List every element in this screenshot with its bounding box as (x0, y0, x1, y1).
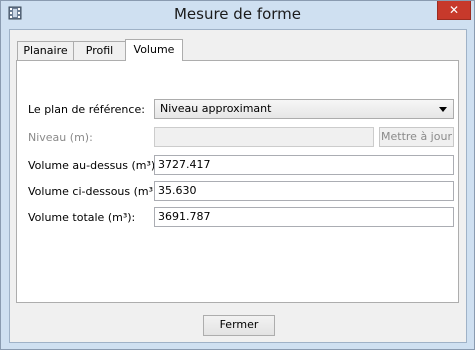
dialog-window: Mesure de forme ✕ Planaire Profil Volume… (0, 0, 475, 350)
reference-plane-label: Le plan de référence: (28, 103, 145, 116)
volume-above-value: 3727.417 (158, 158, 211, 171)
volume-total-value: 3691.787 (158, 210, 211, 223)
tab-label: Profil (85, 44, 114, 57)
level-input[interactable] (154, 127, 374, 147)
client-area: Planaire Profil Volume Le plan de référe… (9, 29, 467, 343)
update-button[interactable]: Mettre à jour (379, 127, 454, 147)
volume-below-field[interactable]: 35.630 (154, 181, 454, 201)
window-title: Mesure de forme (173, 5, 302, 23)
tab-profil[interactable]: Profil (73, 41, 126, 60)
close-window-button[interactable]: ✕ (437, 1, 471, 20)
tab-volume[interactable]: Volume (125, 39, 183, 61)
tab-label: Planaire (23, 44, 68, 57)
level-label: Niveau (m): (28, 131, 93, 144)
title-bar[interactable]: Mesure de forme ✕ (1, 1, 474, 28)
chevron-down-icon (439, 107, 447, 112)
volume-above-label: Volume au-dessus (m³): (28, 159, 159, 172)
update-button-label: Mettre à jour (381, 130, 452, 143)
reference-plane-select[interactable]: Niveau approximant (154, 99, 454, 119)
tab-planaire[interactable]: Planaire (17, 41, 74, 60)
volume-below-label: Volume ci-dessous (m³): (28, 185, 162, 198)
close-button-label: Fermer (219, 318, 259, 331)
close-icon: ✕ (448, 3, 460, 17)
tab-label: Volume (133, 43, 175, 56)
reference-plane-value: Niveau approximant (160, 102, 272, 115)
close-dialog-button[interactable]: Fermer (203, 315, 275, 336)
volume-below-value: 35.630 (158, 184, 197, 197)
volume-total-label: Volume totale (m³): (28, 211, 136, 224)
volume-panel: Le plan de référence: Niveau approximant… (16, 60, 459, 303)
volume-total-field[interactable]: 3691.787 (154, 207, 454, 227)
volume-above-field[interactable]: 3727.417 (154, 155, 454, 175)
